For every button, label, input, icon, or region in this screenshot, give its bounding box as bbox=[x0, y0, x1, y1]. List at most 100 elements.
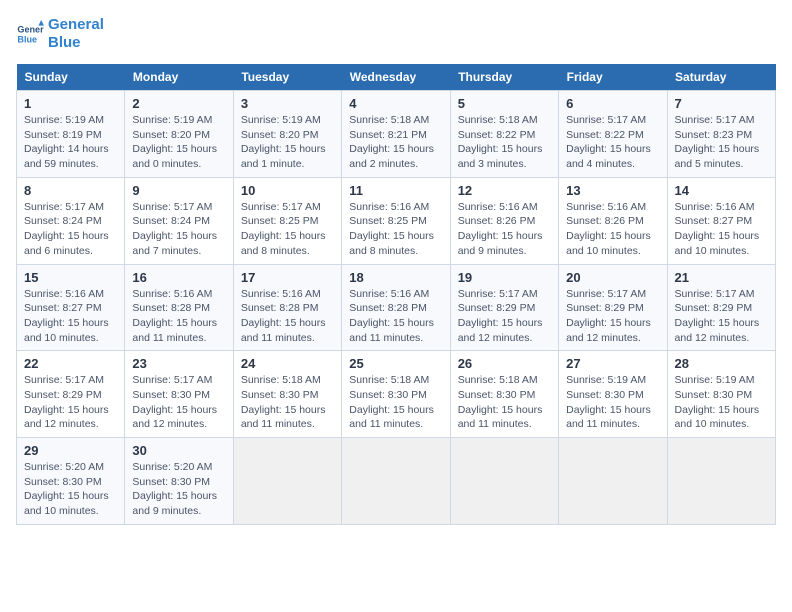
day-number: 18 bbox=[349, 270, 442, 285]
calendar-day: 14 Sunrise: 5:16 AMSunset: 8:27 PMDayligh… bbox=[667, 177, 775, 264]
day-number: 22 bbox=[24, 356, 117, 371]
day-info: Sunrise: 5:16 AMSunset: 8:26 PMDaylight:… bbox=[566, 200, 659, 259]
calendar-day bbox=[559, 438, 667, 525]
day-info: Sunrise: 5:17 AMSunset: 8:23 PMDaylight:… bbox=[675, 113, 768, 172]
calendar-day: 8 Sunrise: 5:17 AMSunset: 8:24 PMDaylight… bbox=[17, 177, 125, 264]
day-info: Sunrise: 5:20 AMSunset: 8:30 PMDaylight:… bbox=[132, 460, 225, 519]
day-header: Saturday bbox=[667, 64, 775, 91]
day-info: Sunrise: 5:16 AMSunset: 8:27 PMDaylight:… bbox=[675, 200, 768, 259]
calendar-day bbox=[667, 438, 775, 525]
day-number: 14 bbox=[675, 183, 768, 198]
day-number: 15 bbox=[24, 270, 117, 285]
logo-icon: General Blue bbox=[16, 20, 44, 48]
day-info: Sunrise: 5:19 AMSunset: 8:30 PMDaylight:… bbox=[566, 373, 659, 432]
calendar-week: 1 Sunrise: 5:19 AMSunset: 8:19 PMDaylight… bbox=[17, 91, 776, 178]
day-number: 20 bbox=[566, 270, 659, 285]
day-info: Sunrise: 5:17 AMSunset: 8:29 PMDaylight:… bbox=[458, 287, 551, 346]
day-info: Sunrise: 5:17 AMSunset: 8:30 PMDaylight:… bbox=[132, 373, 225, 432]
day-info: Sunrise: 5:18 AMSunset: 8:30 PMDaylight:… bbox=[458, 373, 551, 432]
calendar-day: 30Sunrise: 5:20 AMSunset: 8:30 PMDayligh… bbox=[125, 438, 233, 525]
calendar-day: 28Sunrise: 5:19 AMSunset: 8:30 PMDayligh… bbox=[667, 351, 775, 438]
day-info: Sunrise: 5:18 AMSunset: 8:30 PMDaylight:… bbox=[241, 373, 334, 432]
calendar-week: 15 Sunrise: 5:16 AMSunset: 8:27 PMDayligh… bbox=[17, 264, 776, 351]
calendar-week: 22 Sunrise: 5:17 AMSunset: 8:29 PMDayligh… bbox=[17, 351, 776, 438]
day-info: Sunrise: 5:16 AMSunset: 8:26 PMDaylight:… bbox=[458, 200, 551, 259]
calendar-table: SundayMondayTuesdayWednesdayThursdayFrid… bbox=[16, 64, 776, 525]
calendar-day: 23 Sunrise: 5:17 AMSunset: 8:30 PMDayligh… bbox=[125, 351, 233, 438]
day-number: 1 bbox=[24, 96, 117, 111]
day-number: 9 bbox=[132, 183, 225, 198]
day-info: Sunrise: 5:17 AMSunset: 8:29 PMDaylight:… bbox=[24, 373, 117, 432]
calendar-day: 13Sunrise: 5:16 AMSunset: 8:26 PMDayligh… bbox=[559, 177, 667, 264]
calendar-day bbox=[450, 438, 558, 525]
logo-text: GeneralBlue bbox=[48, 16, 104, 52]
calendar-day: 9 Sunrise: 5:17 AMSunset: 8:24 PMDaylight… bbox=[125, 177, 233, 264]
day-info: Sunrise: 5:16 AMSunset: 8:28 PMDaylight:… bbox=[241, 287, 334, 346]
calendar-day: 12 Sunrise: 5:16 AMSunset: 8:26 PMDayligh… bbox=[450, 177, 558, 264]
day-number: 27 bbox=[566, 356, 659, 371]
day-number: 16 bbox=[132, 270, 225, 285]
day-info: Sunrise: 5:17 AMSunset: 8:29 PMDaylight:… bbox=[675, 287, 768, 346]
calendar-day: 2Sunrise: 5:19 AMSunset: 8:20 PMDaylight… bbox=[125, 91, 233, 178]
day-info: Sunrise: 5:19 AMSunset: 8:19 PMDaylight:… bbox=[24, 113, 117, 172]
calendar-day: 22 Sunrise: 5:17 AMSunset: 8:29 PMDayligh… bbox=[17, 351, 125, 438]
calendar-week: 8 Sunrise: 5:17 AMSunset: 8:24 PMDaylight… bbox=[17, 177, 776, 264]
day-number: 10 bbox=[241, 183, 334, 198]
calendar-day: 29 Sunrise: 5:20 AMSunset: 8:30 PMDayligh… bbox=[17, 438, 125, 525]
day-number: 8 bbox=[24, 183, 117, 198]
day-number: 12 bbox=[458, 183, 551, 198]
calendar-day: 16 Sunrise: 5:16 AMSunset: 8:28 PMDayligh… bbox=[125, 264, 233, 351]
calendar-day: 10Sunrise: 5:17 AMSunset: 8:25 PMDayligh… bbox=[233, 177, 341, 264]
day-info: Sunrise: 5:18 AMSunset: 8:30 PMDaylight:… bbox=[349, 373, 442, 432]
day-number: 25 bbox=[349, 356, 442, 371]
calendar-day: 15 Sunrise: 5:16 AMSunset: 8:27 PMDayligh… bbox=[17, 264, 125, 351]
calendar-day bbox=[233, 438, 341, 525]
day-info: Sunrise: 5:18 AMSunset: 8:21 PMDaylight:… bbox=[349, 113, 442, 172]
day-info: Sunrise: 5:16 AMSunset: 8:28 PMDaylight:… bbox=[132, 287, 225, 346]
day-header: Monday bbox=[125, 64, 233, 91]
header-row: SundayMondayTuesdayWednesdayThursdayFrid… bbox=[17, 64, 776, 91]
day-header: Friday bbox=[559, 64, 667, 91]
calendar-day: 19 Sunrise: 5:17 AMSunset: 8:29 PMDayligh… bbox=[450, 264, 558, 351]
calendar-day: 20 Sunrise: 5:17 AMSunset: 8:29 PMDayligh… bbox=[559, 264, 667, 351]
calendar-day: 25 Sunrise: 5:18 AMSunset: 8:30 PMDayligh… bbox=[342, 351, 450, 438]
day-info: Sunrise: 5:19 AMSunset: 8:20 PMDaylight:… bbox=[132, 113, 225, 172]
calendar-day: 3Sunrise: 5:19 AMSunset: 8:20 PMDaylight… bbox=[233, 91, 341, 178]
day-info: Sunrise: 5:16 AMSunset: 8:25 PMDaylight:… bbox=[349, 200, 442, 259]
day-info: Sunrise: 5:18 AMSunset: 8:22 PMDaylight:… bbox=[458, 113, 551, 172]
calendar-day: 6 Sunrise: 5:17 AMSunset: 8:22 PMDaylight… bbox=[559, 91, 667, 178]
day-number: 21 bbox=[675, 270, 768, 285]
calendar-day: 11 Sunrise: 5:16 AMSunset: 8:25 PMDayligh… bbox=[342, 177, 450, 264]
calendar-day: 4Sunrise: 5:18 AMSunset: 8:21 PMDaylight… bbox=[342, 91, 450, 178]
day-header: Thursday bbox=[450, 64, 558, 91]
day-header: Tuesday bbox=[233, 64, 341, 91]
day-info: Sunrise: 5:17 AMSunset: 8:24 PMDaylight:… bbox=[132, 200, 225, 259]
day-number: 28 bbox=[675, 356, 768, 371]
calendar-header: SundayMondayTuesdayWednesdayThursdayFrid… bbox=[17, 64, 776, 91]
day-number: 17 bbox=[241, 270, 334, 285]
day-number: 19 bbox=[458, 270, 551, 285]
calendar-day: 18 Sunrise: 5:16 AMSunset: 8:28 PMDayligh… bbox=[342, 264, 450, 351]
day-header: Sunday bbox=[17, 64, 125, 91]
day-number: 29 bbox=[24, 443, 117, 458]
calendar-week: 29 Sunrise: 5:20 AMSunset: 8:30 PMDayligh… bbox=[17, 438, 776, 525]
day-info: Sunrise: 5:17 AMSunset: 8:22 PMDaylight:… bbox=[566, 113, 659, 172]
calendar-day: 1 Sunrise: 5:19 AMSunset: 8:19 PMDaylight… bbox=[17, 91, 125, 178]
day-number: 5 bbox=[458, 96, 551, 111]
day-info: Sunrise: 5:17 AMSunset: 8:24 PMDaylight:… bbox=[24, 200, 117, 259]
svg-text:Blue: Blue bbox=[17, 34, 37, 44]
day-number: 6 bbox=[566, 96, 659, 111]
day-number: 23 bbox=[132, 356, 225, 371]
calendar-day: 5 Sunrise: 5:18 AMSunset: 8:22 PMDaylight… bbox=[450, 91, 558, 178]
day-info: Sunrise: 5:16 AMSunset: 8:27 PMDaylight:… bbox=[24, 287, 117, 346]
day-number: 11 bbox=[349, 183, 442, 198]
logo: General Blue GeneralBlue bbox=[16, 16, 104, 52]
calendar-day: 26Sunrise: 5:18 AMSunset: 8:30 PMDayligh… bbox=[450, 351, 558, 438]
calendar-body: 1 Sunrise: 5:19 AMSunset: 8:19 PMDaylight… bbox=[17, 91, 776, 525]
day-info: Sunrise: 5:17 AMSunset: 8:29 PMDaylight:… bbox=[566, 287, 659, 346]
day-number: 7 bbox=[675, 96, 768, 111]
day-number: 24 bbox=[241, 356, 334, 371]
day-info: Sunrise: 5:16 AMSunset: 8:28 PMDaylight:… bbox=[349, 287, 442, 346]
calendar-day bbox=[342, 438, 450, 525]
day-info: Sunrise: 5:20 AMSunset: 8:30 PMDaylight:… bbox=[24, 460, 117, 519]
